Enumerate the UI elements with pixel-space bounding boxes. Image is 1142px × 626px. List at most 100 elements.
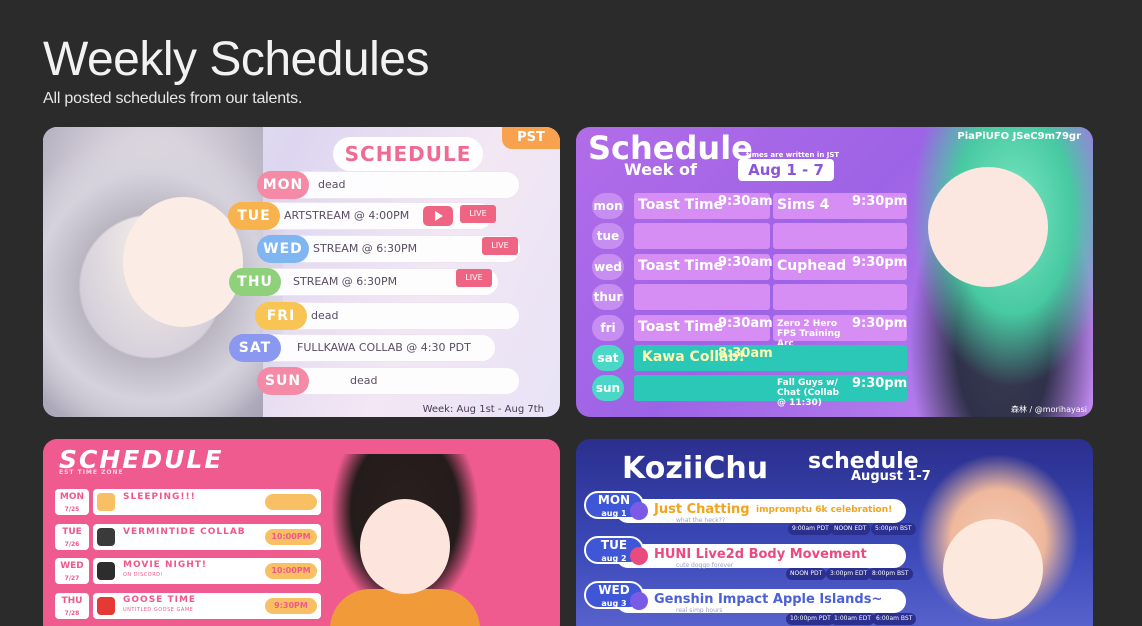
day-label: sun xyxy=(592,375,624,401)
event-subtext: what the heck?? xyxy=(676,517,726,524)
event-time: 9:30pm xyxy=(852,194,908,209)
talent-face-art xyxy=(123,197,243,327)
event-text: dead xyxy=(311,309,339,322)
event-subtext: UNTITLED GOOSE GAME xyxy=(123,607,194,613)
discord-icon xyxy=(97,562,115,580)
time-chip: 3:00pm EDT xyxy=(826,568,872,580)
event-text: Genshin Impact Apple Islands~ xyxy=(654,592,883,607)
event-text: MOVIE NIGHT! xyxy=(123,560,208,570)
page-subtitle: All posted schedules from our talents. xyxy=(43,90,303,107)
schedule-card-4[interactable]: KoziiChu schedule August 1-7 MON aug 1 Ju… xyxy=(576,439,1093,626)
event-time: 9:30pm xyxy=(852,376,908,391)
live-badge: LIVE xyxy=(482,237,518,255)
youtube-icon xyxy=(423,206,453,226)
talent-jacket-art xyxy=(330,589,480,626)
day-label: SAT xyxy=(229,334,281,362)
event-subtext: ON DISCORD! xyxy=(123,572,164,578)
event-time: 9:30am xyxy=(718,194,773,209)
event-text: Cuphead xyxy=(777,258,847,274)
schedule-card-2[interactable]: Schedule times are written in JST Week o… xyxy=(576,127,1093,417)
schedule-title: SCHEDULE xyxy=(333,137,483,171)
week-range: Week: Aug 1st - Aug 7th xyxy=(422,404,544,415)
event-text: HUNI Live2d Body Movement xyxy=(654,547,867,562)
event-time: 9:30am xyxy=(718,316,773,331)
twitch-icon xyxy=(630,592,648,610)
event-text: SLEEPING!!! xyxy=(123,492,196,502)
day-label: wed xyxy=(592,254,624,280)
day-label: TUE 7/26 xyxy=(55,524,89,550)
day-label: THU 7/28 xyxy=(55,593,89,619)
event-subtext: cute doggo forever xyxy=(676,562,734,569)
event-time: 9:30pm xyxy=(852,316,908,331)
event-text: dead xyxy=(318,178,346,191)
time-chip: 6:00am BST xyxy=(872,613,917,625)
talent-face-art xyxy=(943,519,1043,619)
timezone-label: EST TIME ZONE xyxy=(59,469,124,476)
day-label: SUN xyxy=(257,367,309,395)
event-text: Toast Time xyxy=(638,197,724,213)
event-time: 10:00PM xyxy=(265,529,317,545)
talent-face-art xyxy=(928,167,1048,287)
schedule-slot xyxy=(773,284,907,310)
time-chip: 10:00pm PDT xyxy=(786,613,835,625)
event-time: 9:30pm xyxy=(852,255,908,270)
event-text: Toast Time xyxy=(638,319,724,335)
twitch-icon xyxy=(630,502,648,520)
time-chip: 5:00pm BST xyxy=(871,523,916,535)
date-range: August 1-7 xyxy=(851,469,931,484)
event-text: STREAM @ 6:30PM xyxy=(293,275,398,288)
event-time: 9:30PM xyxy=(265,598,317,614)
event-extra: impromptu 6k celebration! xyxy=(756,505,893,515)
event-text: Sims 4 xyxy=(777,197,830,213)
schedule-slot xyxy=(634,284,770,310)
event-time: 8:30am xyxy=(718,346,773,361)
youtube-icon xyxy=(97,597,115,615)
event-subtext: real simp hours xyxy=(676,607,723,614)
event-text: ARTSTREAM @ 4:00PM xyxy=(284,209,410,222)
event-text: GOOSE TIME xyxy=(123,595,197,605)
brand-logo: KoziiChu xyxy=(622,451,769,486)
event-text: dead xyxy=(350,374,378,387)
event-time: 9:30am xyxy=(718,255,773,270)
page-title: Weekly Schedules xyxy=(43,33,429,86)
day-label: thur xyxy=(592,284,624,310)
week-label: Week of xyxy=(624,160,697,179)
day-label: mon xyxy=(592,193,624,219)
schedule-slot xyxy=(634,223,770,249)
time-chip: NOON PDT xyxy=(786,568,827,580)
live-badge: LIVE xyxy=(460,205,496,223)
event-text: STREAM @ 6:30PM xyxy=(313,242,418,255)
twitch-icon xyxy=(97,528,115,546)
time-chip: 9:00am PDT xyxy=(788,523,833,535)
event-text: VERMINTIDE COLLAB xyxy=(123,527,246,537)
timezone-note: times are written in JST xyxy=(746,151,840,159)
schedule-card-1[interactable]: SCHEDULE PST MON dead TUE ARTSTREAM @ 4:… xyxy=(43,127,560,417)
day-label: MON xyxy=(257,171,309,199)
event-text: Toast Time xyxy=(638,258,724,274)
event-text: FULLKAWA COLLAB @ 4:30 PDT xyxy=(297,341,471,354)
day-label: FRI xyxy=(255,302,307,330)
time-chip: 8:00pm BST xyxy=(868,568,913,580)
day-label: fri xyxy=(592,315,624,341)
day-label: sat xyxy=(592,345,624,371)
day-label: WED xyxy=(257,235,309,263)
artist-credit: 森林 / @morihayasi xyxy=(1011,405,1087,414)
week-range: Aug 1 - 7 xyxy=(738,159,834,181)
day-label: MON 7/25 xyxy=(55,489,89,515)
event-time xyxy=(265,494,317,510)
schedule-card-3[interactable]: SCHEDULE EST TIME ZONE MON 7/25 SLEEPING!… xyxy=(43,439,560,626)
day-label: TUE xyxy=(228,202,280,230)
event-time: 10:00PM xyxy=(265,563,317,579)
timezone-badge: PST xyxy=(502,127,560,149)
sparkle-icon xyxy=(97,493,115,511)
day-label: tue xyxy=(592,223,624,249)
time-chip: 1:00am EDT xyxy=(830,613,875,625)
time-chip: NOON EDT xyxy=(830,523,871,535)
event-text: Just Chatting xyxy=(654,502,750,517)
day-label: WED 7/27 xyxy=(55,558,89,584)
social-handles: PiaPiUFO JSeC9m79gr xyxy=(957,131,1081,142)
live-badge: LIVE xyxy=(456,269,492,287)
event-text: Fall Guys w/ Chat (Collab @ 11:30) xyxy=(777,378,840,408)
day-label: THU xyxy=(229,268,281,296)
youtube-icon xyxy=(630,547,648,565)
